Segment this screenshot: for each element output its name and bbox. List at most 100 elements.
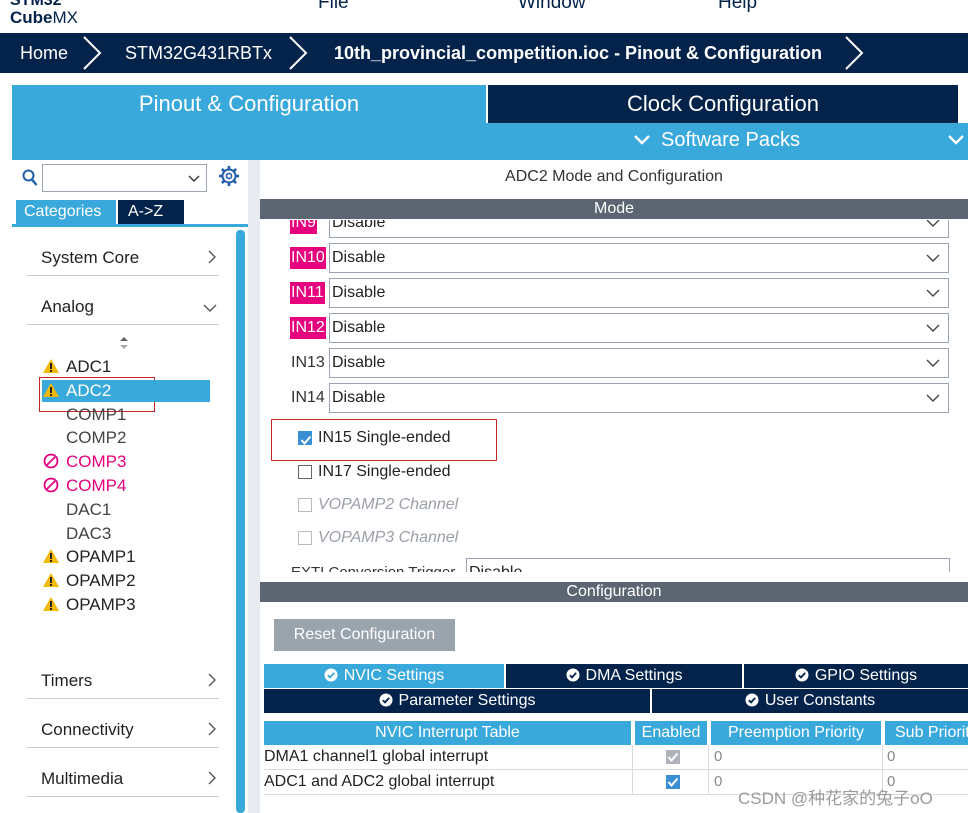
breadcrumb-chevron-icon: [83, 36, 102, 70]
gear-icon[interactable]: [218, 165, 240, 187]
menu-window[interactable]: Window: [518, 0, 586, 14]
chevron-down-icon: [926, 359, 940, 367]
top-menu-bar: STM32 CubeMX File Window Help: [0, 0, 968, 33]
channel-select[interactable]: Disable: [329, 313, 949, 343]
search-icon[interactable]: [22, 169, 38, 187]
checkbox-label: VOPAMP3 Channel: [318, 529, 459, 546]
section-label: System Core: [41, 248, 140, 267]
peripheral-label: ADC1: [66, 357, 112, 376]
checkbox-label: IN17 Single-ended: [318, 463, 451, 480]
peripheral-label: DAC1: [66, 499, 112, 519]
peripheral-item-opamp1[interactable]: OPAMP1: [42, 546, 136, 568]
channel-select[interactable]: Disable: [329, 243, 949, 273]
warning-icon: [43, 382, 59, 397]
panel-divider[interactable]: [248, 160, 260, 813]
col-nvic-interrupt-table[interactable]: NVIC Interrupt Table: [264, 721, 631, 745]
channel-select[interactable]: Disable: [329, 348, 949, 378]
peripheral-label: OPAMP2: [66, 571, 136, 591]
checkbox-label: IN15 Single-ended: [318, 429, 451, 446]
disabled-icon: [43, 477, 59, 493]
breadcrumb-project[interactable]: 10th_provincial_competition.ioc - Pinout…: [334, 33, 822, 73]
tab-categories[interactable]: Categories: [16, 200, 116, 224]
tab-nvic-settings[interactable]: NVIC Settings: [264, 664, 504, 688]
enabled-checkbox[interactable]: [666, 775, 680, 789]
sub-priority-value[interactable]: 0: [887, 748, 895, 765]
peripheral-label: COMP4: [66, 476, 127, 495]
select-value: Disable: [332, 354, 386, 371]
peripheral-label: OPAMP3: [66, 595, 136, 614]
enabled-checkbox[interactable]: [666, 750, 680, 764]
select-value: Disable: [332, 249, 386, 266]
peripheral-item-opamp3[interactable]: OPAMP3: [42, 594, 136, 616]
tab-clock-configuration[interactable]: Clock Configuration: [488, 85, 958, 123]
peripheral-item-dac3[interactable]: DAC3: [66, 523, 111, 545]
breadcrumb-mcu[interactable]: STM32G431RBTx: [125, 33, 272, 73]
section-timers[interactable]: Timers: [27, 663, 219, 699]
col-sub-priority[interactable]: Sub Priority: [885, 721, 968, 745]
section-connectivity[interactable]: Connectivity: [27, 712, 219, 748]
checkbox-checked-icon[interactable]: [298, 431, 312, 446]
software-packs-bar[interactable]: Software Packs: [12, 123, 968, 160]
breadcrumb-chevron-icon: [289, 36, 308, 70]
tab-parameter-settings[interactable]: Parameter Settings: [264, 689, 650, 713]
check-circle-icon: [795, 668, 809, 682]
sort-icon[interactable]: [119, 336, 129, 350]
col-preemption-priority[interactable]: Preemption Priority: [711, 721, 881, 745]
tab-label: DMA Settings: [585, 667, 683, 684]
chevron-right-icon: [208, 250, 216, 264]
peripheral-item-comp3[interactable]: COMP3: [42, 451, 126, 473]
section-analog[interactable]: Analog: [27, 289, 219, 325]
preemption-value[interactable]: 0: [714, 773, 722, 790]
channel-select[interactable]: Disable: [329, 220, 949, 238]
section-label: Timers: [41, 671, 93, 690]
table-row[interactable]: DMA1 channel1 global interrupt 0 0: [264, 745, 968, 770]
tab-underline: [12, 224, 248, 227]
peripheral-item-adc1[interactable]: ADC1: [42, 356, 111, 378]
menu-file[interactable]: File: [318, 0, 349, 14]
peripheral-label: COMP3: [66, 452, 127, 472]
peripheral-item-comp2[interactable]: COMP2: [66, 427, 126, 449]
mode-row-in14: IN14 Disable: [290, 383, 950, 413]
menu-help[interactable]: Help: [718, 0, 757, 14]
main-tabs: Pinout & Configuration Clock Configurati…: [12, 85, 968, 123]
warning-icon: [43, 573, 59, 588]
peripheral-item-comp4[interactable]: COMP4: [42, 475, 126, 497]
interrupt-name: ADC1 and ADC2 global interrupt: [264, 773, 495, 790]
tab-dma-settings[interactable]: DMA Settings: [506, 664, 742, 688]
mode-row-in10: IN10 Disable: [290, 243, 950, 273]
chevron-down-icon: [203, 304, 217, 312]
channel-tag: IN14: [291, 389, 325, 406]
search-input[interactable]: [42, 164, 207, 192]
stm32cubemx-logo: STM32 CubeMX: [10, 0, 78, 26]
reset-configuration-button[interactable]: Reset Configuration: [274, 619, 455, 651]
interrupt-name: DMA1 channel1 global interrupt: [264, 748, 489, 765]
tab-gpio-settings[interactable]: GPIO Settings: [744, 664, 968, 688]
col-enabled[interactable]: Enabled: [635, 721, 707, 745]
check-circle-icon: [566, 668, 580, 682]
section-system-core[interactable]: System Core: [27, 240, 219, 276]
section-multimedia[interactable]: Multimedia: [27, 761, 219, 797]
tab-user-constants[interactable]: User Constants: [652, 689, 968, 713]
chevron-down-icon[interactable]: [188, 175, 200, 183]
checkbox-empty-icon[interactable]: [298, 465, 312, 479]
adc2-config-panel: ADC2 Mode and Configuration Mode EXTI Co…: [260, 160, 968, 813]
check-circle-icon: [324, 668, 338, 682]
mode-row-in9: IN9 Disable: [290, 220, 950, 238]
chevron-down-icon: [926, 324, 940, 332]
breadcrumb-home[interactable]: Home: [20, 33, 68, 73]
tab-pinout-configuration[interactable]: Pinout & Configuration: [12, 85, 486, 123]
channel-select[interactable]: Disable: [329, 278, 949, 308]
peripheral-item-adc2[interactable]: ADC2: [42, 379, 210, 402]
channel-select[interactable]: Disable: [329, 383, 949, 413]
tab-a-z[interactable]: A->Z: [118, 200, 184, 224]
exti-label: EXTI Conversion Trigger: [290, 562, 456, 572]
preemption-value[interactable]: 0: [714, 748, 722, 765]
peripheral-item-dac1[interactable]: DAC1: [66, 499, 111, 521]
mode-row-in13: IN13 Disable: [290, 348, 950, 378]
scrollbar[interactable]: [236, 230, 245, 813]
software-packs-label: Software Packs: [661, 129, 800, 151]
tab-label: GPIO Settings: [814, 667, 918, 684]
exti-select[interactable]: Disable: [466, 558, 950, 572]
peripheral-item-opamp2[interactable]: OPAMP2: [42, 570, 136, 592]
peripheral-item-comp1[interactable]: COMP1: [66, 404, 126, 426]
